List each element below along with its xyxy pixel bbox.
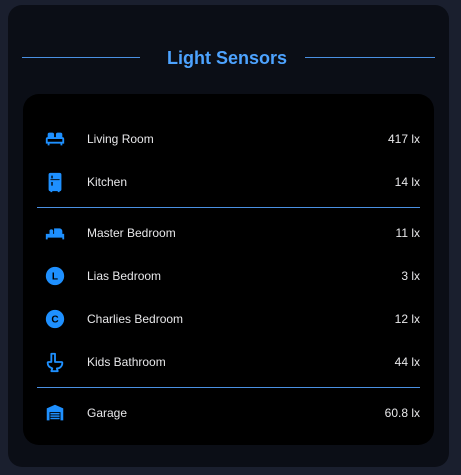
- card-header: Light Sensors: [22, 47, 435, 69]
- sensor-row-kitchen[interactable]: Kitchen 14 lx: [23, 166, 434, 198]
- svg-text:L: L: [52, 272, 58, 283]
- sensor-name: Garage: [87, 406, 128, 420]
- sensor-value: 44 lx: [394, 355, 420, 369]
- sensor-name: Kids Bathroom: [87, 355, 166, 369]
- sensor-row-kids-bathroom[interactable]: Kids Bathroom 44 lx: [23, 346, 434, 378]
- sensor-name: Living Room: [87, 132, 154, 146]
- sensor-value: 417 lx: [387, 132, 420, 146]
- sensor-value: 11 lx: [395, 226, 420, 240]
- sofa-icon: [44, 128, 66, 150]
- toilet-icon: [44, 351, 66, 373]
- light-sensors-card: Light Sensors Living Room 417 lx Kitchen…: [8, 5, 449, 467]
- letter-l-circle-icon: L: [44, 265, 66, 287]
- sensor-list: Living Room 417 lx Kitchen 14 lx Master …: [23, 94, 434, 445]
- sensor-value: 60.8 lx: [384, 406, 420, 420]
- group-divider: [37, 207, 420, 208]
- letter-c-circle-icon: C: [44, 308, 66, 330]
- sensor-row-lias-bedroom[interactable]: L Lias Bedroom 3 lx: [23, 260, 434, 292]
- sensor-name: Master Bedroom: [87, 226, 176, 240]
- sensor-row-charlies-bedroom[interactable]: C Charlies Bedroom 12 lx: [23, 303, 434, 335]
- card-title: Light Sensors: [166, 48, 287, 68]
- sensor-row-living-room[interactable]: Living Room 417 lx: [23, 123, 434, 155]
- sensor-value: 12 lx: [394, 312, 420, 326]
- sensor-name: Kitchen: [87, 175, 128, 189]
- sensor-name: Lias Bedroom: [87, 269, 162, 283]
- garage-icon: [44, 402, 66, 424]
- sensor-name: Charlies Bedroom: [87, 312, 184, 326]
- svg-text:C: C: [51, 315, 58, 326]
- header-divider-left: [22, 57, 140, 58]
- group-divider: [37, 387, 420, 388]
- header-divider-right: [305, 57, 435, 58]
- fridge-icon: [44, 171, 66, 193]
- sensor-value: 14 lx: [394, 175, 420, 189]
- sensor-row-garage[interactable]: Garage 60.8 lx: [23, 397, 434, 429]
- sensor-value: 3 lx: [401, 269, 420, 283]
- sensor-row-master-bedroom[interactable]: Master Bedroom 11 lx: [23, 217, 434, 249]
- bed-icon: [44, 222, 66, 244]
